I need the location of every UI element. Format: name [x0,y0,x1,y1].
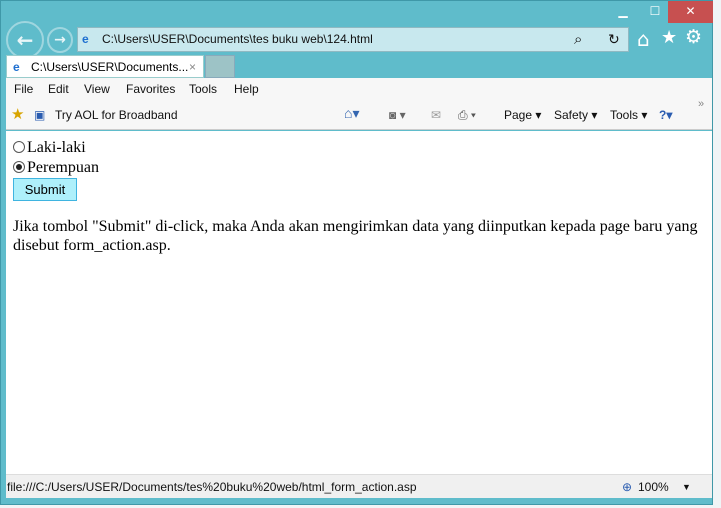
radio-perempuan[interactable]: Perempuan [13,159,99,177]
forward-button[interactable]: → [47,27,73,53]
radio-button-checked[interactable] [13,161,25,173]
home-cmd-icon[interactable]: ⌂▾ [344,105,359,122]
radio-label: Laki-laki [27,139,86,156]
description-paragraph: Jika tombol "Submit" di-click, maka Anda… [13,218,698,254]
aol-icon: ▣ [34,108,46,122]
back-button[interactable]: ← [6,21,44,59]
zoom-level[interactable]: 100% [638,475,669,499]
address-input[interactable]: C:\Users\USER\Documents\tes buku web\124… [102,32,373,46]
browser-window: ▁ ☐ ✕ ← → e C:\Users\USER\Documents\tes … [0,0,713,505]
aol-link[interactable]: Try AOL for Broadband [55,108,178,122]
page-content: Laki-laki Perempuan Submit Jika tombol "… [6,131,712,474]
ie-page-icon: e [82,32,89,46]
radio-button[interactable] [13,141,25,153]
maximize-button[interactable]: ☐ [641,1,669,21]
refresh-icon[interactable]: ↻ [608,28,620,51]
status-url: file:///C:/Users/USER/Documents/tes%20bu… [7,480,417,494]
tools-menu[interactable]: Tools ▾ [610,108,647,122]
favorites-star-icon[interactable]: ★ [661,27,677,48]
tab-close-icon[interactable]: × [189,56,196,78]
search-icon[interactable]: ⌕ [574,28,582,51]
page-menu[interactable]: Page ▾ [504,108,541,122]
menu-tools[interactable]: Tools [189,82,217,96]
ie-tab-icon: e [13,60,20,74]
feeds-icon[interactable]: ◙ ▾ [389,108,406,122]
status-bar: file:///C:/Users/USER/Documents/tes%20bu… [6,474,712,498]
mail-icon[interactable]: ✉ [431,108,441,122]
tab-title: C:\Users\USER\Documents... [31,60,189,74]
radio-laki-laki[interactable]: Laki-laki [13,139,86,157]
minimize-button[interactable]: ▁ [609,1,637,21]
help-icon[interactable]: ?▾ [659,108,672,122]
gear-icon[interactable]: ⚙ [685,26,702,48]
menu-favorites[interactable]: Favorites [126,82,175,96]
address-bar[interactable]: e C:\Users\USER\Documents\tes buku web\1… [77,27,629,52]
toolbars: File Edit View Favorites Tools Help ★ ▣ … [6,78,712,130]
radio-label: Perempuan [27,159,99,176]
print-icon[interactable]: ⎙ ▾ [458,108,476,123]
new-tab-button[interactable] [205,55,235,78]
tab-active[interactable]: e C:\Users\USER\Documents... × [6,55,204,78]
favorites-add-icon[interactable]: ★ [11,105,24,123]
menu-help[interactable]: Help [234,82,259,96]
home-icon[interactable]: ⌂ [637,27,650,51]
submit-button[interactable]: Submit [13,178,77,201]
more-chevron-icon[interactable]: » [698,98,704,110]
menu-edit[interactable]: Edit [48,82,69,96]
zoom-icon[interactable]: ⊕ [622,475,632,499]
menu-file[interactable]: File [14,82,33,96]
close-button[interactable]: ✕ [668,1,713,23]
zoom-dropdown-icon[interactable]: ▼ [682,475,691,499]
menu-view[interactable]: View [84,82,110,96]
safety-menu[interactable]: Safety ▾ [554,108,597,122]
